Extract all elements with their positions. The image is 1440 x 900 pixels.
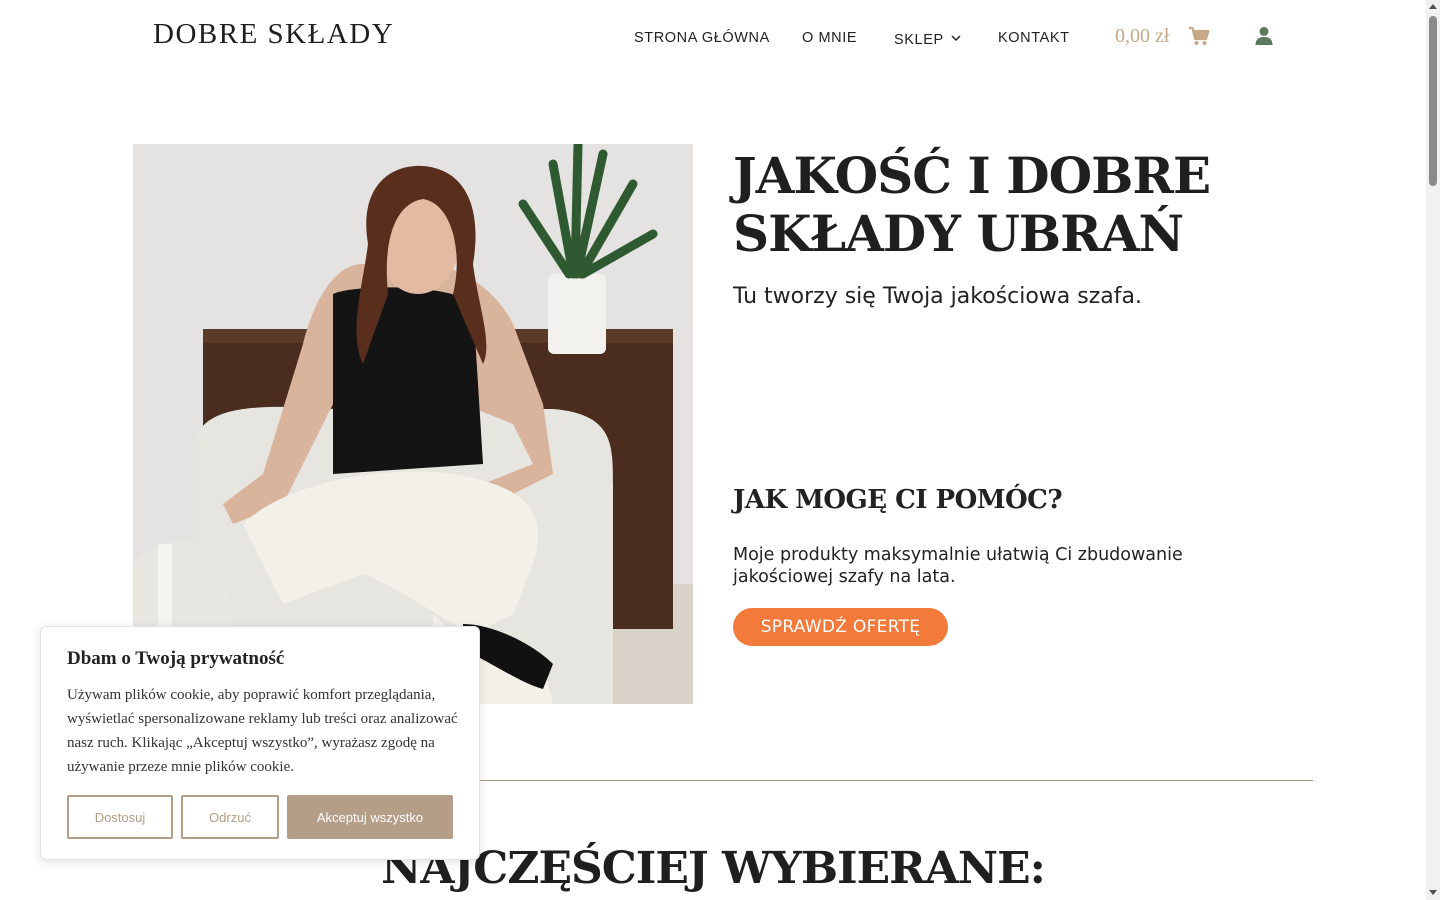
site-header: DOBRE SKŁADY STRONA GŁÓWNA O MNIE SKLEP … — [0, 0, 1426, 75]
customize-cookies-button[interactable]: Dostosuj — [67, 795, 173, 839]
nav-item-home[interactable]: STRONA GŁÓWNA — [634, 30, 770, 46]
shopping-cart-icon[interactable] — [1188, 26, 1210, 51]
hero-subtitle: Tu tworzy się Twoja jakościowa szafa. — [733, 284, 1142, 309]
hero-title: JAKOŚĆ I DOBRE SKŁADY UBRAŃ — [733, 146, 1211, 263]
cookie-text: Używam plików cookie, aby poprawić komfo… — [67, 687, 458, 775]
cart-total[interactable]: 0,00 zł — [1115, 25, 1169, 48]
reject-cookies-button[interactable]: Odrzuć — [181, 795, 279, 839]
user-icon[interactable] — [1255, 26, 1273, 51]
cookie-title: Dbam o Twoją prywatność — [67, 648, 285, 669]
nav-item-about[interactable]: O MNIE — [802, 30, 857, 46]
nav-item-shop-label: SKLEP — [894, 32, 944, 48]
site-logo[interactable]: DOBRE SKŁADY — [153, 18, 394, 51]
page-scrollbar[interactable] — [1426, 0, 1440, 900]
help-heading: JAK MOGĘ CI POMÓC? — [733, 485, 1063, 515]
scroll-down-arrow-icon[interactable] — [1429, 890, 1437, 895]
chevron-down-icon — [951, 30, 961, 46]
hero-photo — [133, 144, 693, 704]
nav-item-contact[interactable]: KONTAKT — [998, 30, 1070, 46]
help-text: Moje produkty maksymalnie ułatwią Ci zbu… — [733, 545, 1183, 587]
nav-item-shop[interactable]: SKLEP — [894, 30, 961, 48]
cookie-banner: Dbam o Twoją prywatność Używam plików co… — [40, 626, 480, 860]
scroll-up-arrow-icon[interactable] — [1429, 4, 1437, 9]
scrollbar-thumb[interactable] — [1429, 16, 1437, 186]
accept-all-cookies-button[interactable]: Akceptuj wszystko — [287, 795, 453, 839]
check-offer-button[interactable]: SPRAWDŹ OFERTĘ — [733, 608, 948, 646]
